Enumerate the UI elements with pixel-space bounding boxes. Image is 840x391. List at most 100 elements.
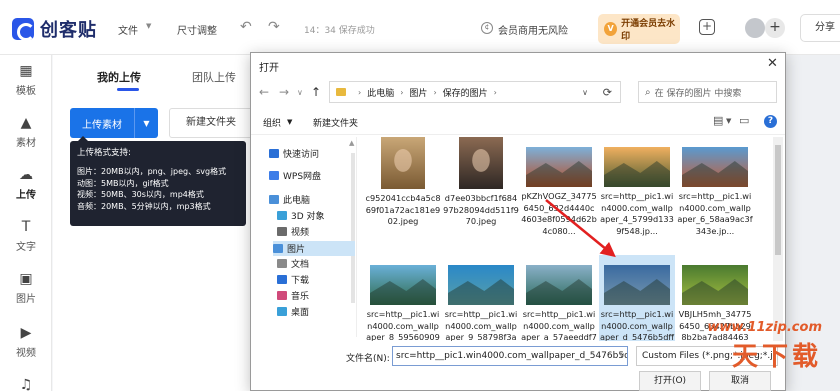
file-name: VBJLH5mh_347756450_63427bb298b2ba7ad8446… [678,309,752,341]
file-item[interactable]: pKZhVOGZ_347756450_632d4440c4603e8f0594d… [521,137,597,237]
menu-file[interactable]: 文件 [118,22,138,37]
menu-resize[interactable]: 尺寸调整 [177,22,217,37]
file-grid: c952041ccb4a5c869f01a72ac181e902.jpeg d7e… [363,137,771,341]
tree-item[interactable]: 快速访问 [269,147,319,160]
file-thumbnail [448,265,514,305]
back-arrow-icon[interactable]: ← [259,85,269,99]
organize-button[interactable]: 组织 [263,116,281,129]
file-item[interactable]: src=http__pic1.win4000.com_wallpaper_4_5… [599,137,675,237]
file-thumbnail [459,137,503,189]
navigation-tree: ▲ 快速访问 WPS网盘此电脑 3D 对象视频图片 文档下载音乐桌面 [251,137,357,337]
chevron-down-icon[interactable]: ∨ [582,88,588,97]
sidebar-item-image[interactable]: ▣ 图片 [0,271,52,305]
cancel-button[interactable]: 取消 [709,371,771,391]
sidebar-item-template[interactable]: ▦ 模板 [0,63,52,97]
file-item[interactable]: d7ee03bbcf1f68497b28094dd511f970.jpeg [443,137,519,228]
help-icon[interactable]: ? [764,115,777,128]
refresh-icon[interactable]: ⟳ [603,86,612,99]
chevron-down-icon[interactable]: ∨ [619,351,625,360]
picture-folder-icon [273,244,283,253]
file-item[interactable]: src=http__pic1.win4000.com_wallpaper_d_5… [599,255,675,341]
tree-item-label: 视频 [291,228,310,238]
music-folder-icon [277,291,287,300]
breadcrumb-item[interactable]: 保存的图片 [443,86,488,99]
tree-item[interactable]: 音乐 [277,289,309,302]
sidebar-item-video[interactable]: ▶ 视频 [0,325,52,359]
preview-pane-icon[interactable]: ▭ [739,114,749,127]
logo-text: 创客贴 [40,20,97,41]
file-item[interactable]: src=http__pic1.win4000.com_wallpaper_9_5… [443,255,519,341]
tooltip-line: 动图：5MB以内，gif格式 [77,178,169,188]
scroll-up-icon[interactable]: ▲ [349,139,354,147]
search-placeholder: 在 保存的图片 中搜索 [654,88,742,99]
chevron-down-icon[interactable]: ∨ [297,88,303,97]
star-icon [269,149,279,158]
search-input[interactable]: ⌕ 在 保存的图片 中搜索 [638,81,777,103]
file-thumbnail [381,137,425,189]
address-bar[interactable]: › 此电脑 › 图片 › 保存的图片 › ∨ ⟳ [329,81,621,103]
up-arrow-icon[interactable]: ↑ [311,85,321,99]
filename-label: 文件名(N): [346,354,390,364]
chevron-right-icon: › [358,87,362,97]
business-license-link[interactable]: 会员商用无风险 [498,22,568,37]
sidebar-item-material[interactable]: ▲ 素材 [0,115,52,149]
tree-item[interactable]: 3D 对象 [277,209,325,222]
files-scrollbar-thumb[interactable] [775,145,781,255]
sidebar-item-upload[interactable]: ☁ 上传 [0,167,52,201]
tree-item[interactable]: 图片 [273,241,355,256]
breadcrumb-item[interactable]: 此电脑 [367,86,394,99]
tree-item[interactable]: 此电脑 [269,193,310,206]
view-options-icon[interactable]: ▤ [713,114,723,127]
tree-item[interactable]: WPS网盘 [269,169,321,182]
tree-item-label: 桌面 [291,308,310,318]
tree-item-label: 3D 对象 [291,212,325,222]
tooltip-line: 视频：50MB、30s以内，mp4格式 [77,190,204,199]
chevron-down-icon[interactable]: ▼ [135,119,158,128]
tooltip-line: 图片：20MB以内，png、jpeg、svg格式 [77,167,227,176]
sidebar-item-text[interactable]: T 文字 [0,219,52,253]
sidebar-item-label: 图片 [16,294,36,305]
breadcrumb-item[interactable]: 图片 [409,86,427,99]
undo-icon[interactable]: ↶ [240,19,252,35]
logo[interactable]: 创客贴 [12,16,97,42]
avatar[interactable] [745,18,765,38]
vip-button-label: 开通会员去水印 [621,19,676,42]
computer-icon [269,195,279,204]
tooltip-title: 上传格式支持: [77,148,131,158]
close-icon[interactable]: ✕ [767,56,778,71]
tree-item[interactable]: 桌面 [277,305,309,318]
video-icon: ▶ [20,325,32,341]
sidebar-item-music[interactable]: ♫ [0,377,52,391]
upload-button-label: 上传素材 [82,119,122,131]
tree-scrollbar[interactable] [351,153,355,303]
file-item[interactable]: src=http__pic1.win4000.com_wallpaper_8_5… [365,255,441,341]
top-bar: 创客贴 文件 ▼ 尺寸调整 ↶ ↷ 14：34 保存成功 ¢ 会员商用无风险 V… [0,0,840,55]
tab-my-uploads[interactable]: 我的上传 [97,69,141,85]
chevron-down-icon[interactable]: ▼ [726,117,731,125]
business-icon: ¢ [481,22,493,34]
folder-icon [336,88,346,96]
forward-arrow-icon[interactable]: → [279,85,289,99]
upload-material-button[interactable]: 上传素材 ▼ [70,108,158,138]
tree-item[interactable]: 下载 [277,273,309,286]
file-name: pKZhVOGZ_347756450_632d4440c4603e8f0594d… [521,191,597,236]
tree-item[interactable]: 视频 [277,225,309,238]
redo-icon[interactable]: ↷ [268,19,280,35]
tab-team-uploads[interactable]: 团队上传 [192,69,236,85]
left-sidebar: ▦ 模板 ▲ 素材 ☁ 上传 T 文字 ▣ 图片 ▶ 视频 ♫ [0,55,52,391]
filename-input[interactable]: src=http__pic1.win4000.com_wallpaper_d_5… [392,346,628,366]
add-collaborator-icon[interactable]: + [765,18,785,38]
sidebar-item-label: 文字 [16,242,36,253]
file-item[interactable]: src=http__pic1.win4000.com_wallpaper_a_5… [521,255,597,341]
file-item[interactable]: VBJLH5mh_347756450_63427bb298b2ba7ad8446… [677,255,753,341]
file-item[interactable]: src=http__pic1.win4000.com_wallpaper_6_5… [677,137,753,237]
new-folder-button[interactable]: 新建文件夹 [169,108,259,138]
open-button[interactable]: 打开(O) [639,371,701,391]
share-button[interactable]: 分享 [800,14,840,42]
vip-upgrade-button[interactable]: V 开通会员去水印 [598,14,680,44]
add-comment-icon[interactable]: + [699,19,715,35]
new-folder-button[interactable]: 新建文件夹 [313,116,358,129]
file-type-filter[interactable]: Custom Files (*.png;*.jpeg;*.j [636,346,778,366]
file-item[interactable]: c952041ccb4a5c869f01a72ac181e902.jpeg [365,137,441,228]
tree-item[interactable]: 文档 [277,257,309,270]
